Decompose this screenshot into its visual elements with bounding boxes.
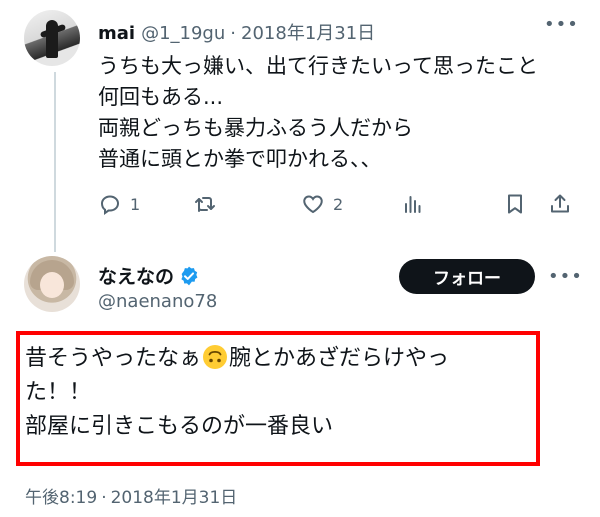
more-horizontal-icon[interactable]: ••• [548,266,583,287]
bookmark-icon [508,194,522,214]
bookmark-button[interactable] [503,192,527,216]
retweet-button[interactable] [193,192,225,216]
reply-date[interactable]: 2018年1月31日 [241,19,375,45]
reply-text-line: うちも大っ嫌い、出て行きたいって思ったこと [98,54,538,78]
avatar-face [40,272,64,298]
reply-button[interactable]: 1 [98,192,140,216]
avatar[interactable] [24,256,80,312]
main-text-segment: 腕とかあざだらけやっ [229,346,450,371]
avatar[interactable] [24,10,80,66]
main-author-handle[interactable]: @naenano78 [98,291,217,312]
reply-author-name[interactable]: mai [98,23,135,44]
separator-dot: · [230,23,237,44]
tweet-time: 午後8:19 [25,488,98,508]
reply-text-line: 何回もある... [98,85,224,109]
upside-down-face-icon [203,345,228,369]
share-icon [551,194,569,213]
main-text-line: た！！ [25,380,92,405]
reply-header: mai @1_19gu · 2018年1月31日 [98,19,375,45]
main-author-name-row[interactable]: なえなの [98,262,200,289]
analytics-icon [405,196,421,213]
thread-connector-line [54,72,56,252]
reply-icon [100,195,120,215]
reply-text: うちも大っ嫌い、出て行きたいって思ったこと 何回もある... 両親どっちも暴力ふ… [98,51,538,175]
main-text-line: 部屋に引きこもるのが一番良い [25,414,334,439]
reply-text-line: 両親どっちも暴力ふるう人だから [98,116,413,140]
main-tweet-text: 昔そうやったなぁ 腕とかあざだらけやっ た！！ 部屋に引きこもるのが一番良い [25,342,449,444]
more-horizontal-icon[interactable]: ••• [544,14,579,35]
tweet-timestamp[interactable]: 午後8:19 · 2018年1月31日 [25,483,237,508]
tweet-date: 2018年1月31日 [110,488,238,508]
follow-button[interactable]: フォロー [399,259,535,294]
main-author-name[interactable]: なえなの [98,262,174,289]
separator-dot: · [101,488,107,508]
main-text-segment: 昔そうやったなぁ [25,346,202,371]
share-button[interactable] [548,192,572,216]
heart-icon [303,195,323,214]
like-count: 2 [333,194,344,214]
verified-badge-icon [181,266,198,285]
retweet-icon [195,197,215,212]
views-button[interactable] [401,192,425,216]
like-button[interactable]: 2 [301,192,343,216]
reply-text-line: 普通に頭とか拳で叩かれる、、 [98,147,382,171]
reply-count: 1 [130,194,141,214]
reply-action-bar: 1 2 [98,192,580,226]
reply-author-handle[interactable]: @1_19gu [141,23,225,44]
avatar-figure [46,20,58,58]
main-text-line: 昔そうやったなぁ 腕とかあざだらけやっ [25,342,449,376]
